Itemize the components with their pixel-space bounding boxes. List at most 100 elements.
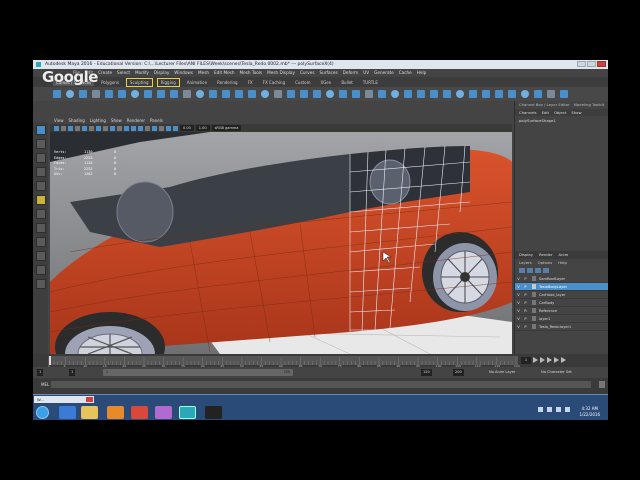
target-weld-icon[interactable]: [430, 90, 438, 98]
combine-icon[interactable]: [183, 90, 191, 98]
viewport-menu-shading[interactable]: Shading: [69, 117, 85, 124]
create-pipe-icon[interactable]: [131, 90, 139, 98]
viewport-menu-lighting[interactable]: Lighting: [90, 117, 106, 124]
play-back-icon[interactable]: [540, 357, 545, 363]
extrude-icon[interactable]: [300, 90, 308, 98]
collapse-icon[interactable]: [417, 90, 425, 98]
layer-playback-toggle[interactable]: P: [522, 277, 529, 281]
boolean-union-icon[interactable]: [235, 90, 243, 98]
new-layer-icon[interactable]: [535, 267, 541, 273]
channel-box-object-name[interactable]: polySurfaceShape1: [515, 118, 608, 123]
layout-four-icon[interactable]: [35, 237, 46, 247]
shelf-tab-bullet[interactable]: Bullet: [338, 79, 356, 86]
merge-icon[interactable]: [404, 90, 412, 98]
relax-icon[interactable]: [560, 90, 568, 98]
bevel-icon[interactable]: [313, 90, 321, 98]
menu-windows[interactable]: Windows: [174, 69, 193, 77]
viewport-menu-renderer[interactable]: Renderer: [127, 117, 145, 124]
anim-layer-label[interactable]: No Anim Layer: [489, 369, 515, 376]
shadows-icon[interactable]: [159, 125, 164, 131]
step-back-icon[interactable]: [533, 357, 538, 363]
chrome-icon[interactable]: [131, 406, 148, 419]
channel-box-menu-channels[interactable]: Channels: [519, 109, 537, 116]
layer-visibility-toggle[interactable]: V: [515, 293, 522, 297]
tray-volume-icon[interactable]: [565, 407, 570, 412]
menu-modify[interactable]: Modify: [135, 69, 149, 77]
layer-name[interactable]: TeslaBodyLayer: [539, 285, 567, 289]
menu-select[interactable]: Select: [117, 69, 130, 77]
layer-visibility-toggle[interactable]: V: [515, 285, 522, 289]
menu-cache[interactable]: Cache: [399, 69, 412, 77]
shelf-tab-rigging[interactable]: Rigging: [156, 77, 180, 87]
menu-mesh-display[interactable]: Mesh Display: [267, 69, 295, 77]
shelf-tab-fx[interactable]: FX: [245, 79, 256, 86]
fill-hole-icon[interactable]: [339, 90, 347, 98]
menu-create[interactable]: Create: [98, 69, 112, 77]
maya-taskbar-icon[interactable]: [179, 406, 196, 419]
boolean-difference-icon[interactable]: [248, 90, 256, 98]
create-cone-icon[interactable]: [92, 90, 100, 98]
shelf-tab-sculpting[interactable]: Sculpting: [125, 77, 153, 87]
close-button[interactable]: [597, 61, 606, 67]
spherical-uv-icon[interactable]: [482, 90, 490, 98]
animation-start-field[interactable]: 1: [37, 369, 44, 376]
layer-name[interactable]: Reference: [539, 309, 557, 313]
exposure-field[interactable]: 0.00: [180, 125, 194, 131]
insert-edge-loop-icon[interactable]: [378, 90, 386, 98]
last-tool-icon[interactable]: [35, 209, 46, 219]
hangouts-icon[interactable]: [155, 406, 172, 419]
tray-flag-icon[interactable]: [547, 407, 552, 412]
current-frame-field[interactable]: 1: [521, 357, 531, 364]
create-sphere-icon[interactable]: [53, 90, 61, 98]
shelf-tab-animation[interactable]: Animation: [184, 79, 210, 86]
menu-mesh-tools[interactable]: Mesh Tools: [240, 69, 263, 77]
smooth-shade-icon[interactable]: [131, 125, 136, 131]
resolution-gate-icon[interactable]: [96, 125, 101, 131]
layer-tab-render[interactable]: Render: [539, 251, 553, 259]
layer-row[interactable]: V R Reference: [515, 307, 608, 315]
connect-icon[interactable]: [443, 90, 451, 98]
rotate-tool-icon[interactable]: [35, 181, 46, 191]
create-plane-icon[interactable]: [105, 90, 113, 98]
menu-display[interactable]: Display: [154, 69, 169, 77]
viewport-menu-panels[interactable]: Panels: [150, 117, 163, 124]
color-space-field[interactable]: sRGB gamma: [211, 125, 242, 131]
cylindrical-uv-icon[interactable]: [469, 90, 477, 98]
menu-uv[interactable]: UV: [363, 69, 369, 77]
shelf-tab-xgen[interactable]: XGen: [317, 79, 334, 86]
playback-start-field[interactable]: 1: [69, 369, 76, 376]
create-platonic-icon[interactable]: [170, 90, 178, 98]
wireframe-on-shaded-icon[interactable]: [138, 125, 143, 131]
play-forward-icon[interactable]: [547, 357, 552, 363]
image-plane-icon[interactable]: [75, 125, 80, 131]
layer-row[interactable]: V P SamRoofLayer: [515, 275, 608, 283]
layer-name[interactable]: CarBody: [539, 301, 554, 305]
grid-icon[interactable]: [82, 125, 87, 131]
channel-box-tab-modeling-toolkit[interactable]: Modeling Toolkit: [574, 101, 605, 109]
layer-color-swatch[interactable]: [532, 300, 536, 305]
minimize-button[interactable]: [577, 61, 586, 67]
layer-playback-toggle[interactable]: P: [522, 285, 529, 289]
layer-playback-toggle[interactable]: P: [522, 317, 529, 321]
camera-select-icon[interactable]: [54, 125, 59, 131]
uv-editor-icon[interactable]: [508, 90, 516, 98]
menu-curves[interactable]: Curves: [300, 69, 315, 77]
boolean-intersection-icon[interactable]: [261, 90, 269, 98]
layer-tab-display[interactable]: Display: [519, 251, 533, 259]
new-layer-selected-icon[interactable]: [543, 267, 549, 273]
layer-row[interactable]: V P TeslaBodyLayer: [515, 283, 608, 291]
layer-color-swatch[interactable]: [532, 308, 536, 313]
layer-visibility-toggle[interactable]: V: [515, 317, 522, 321]
lasso-tool-icon[interactable]: [35, 139, 46, 149]
layer-name[interactable]: layer1: [539, 317, 550, 321]
layer-color-swatch[interactable]: [532, 316, 536, 321]
layer-name[interactable]: Tesla_Redo:layer1: [539, 325, 571, 329]
safe-action-icon[interactable]: [117, 125, 122, 131]
layer-color-swatch[interactable]: [532, 292, 536, 297]
layer-menu-options[interactable]: Options: [538, 259, 553, 266]
tray-network-icon[interactable]: [556, 407, 561, 412]
menu-edit-mesh[interactable]: Edit Mesh: [214, 69, 234, 77]
playback-end-field[interactable]: 120: [421, 369, 432, 376]
ambient-occlusion-icon[interactable]: [166, 125, 171, 131]
create-torus-icon[interactable]: [118, 90, 126, 98]
